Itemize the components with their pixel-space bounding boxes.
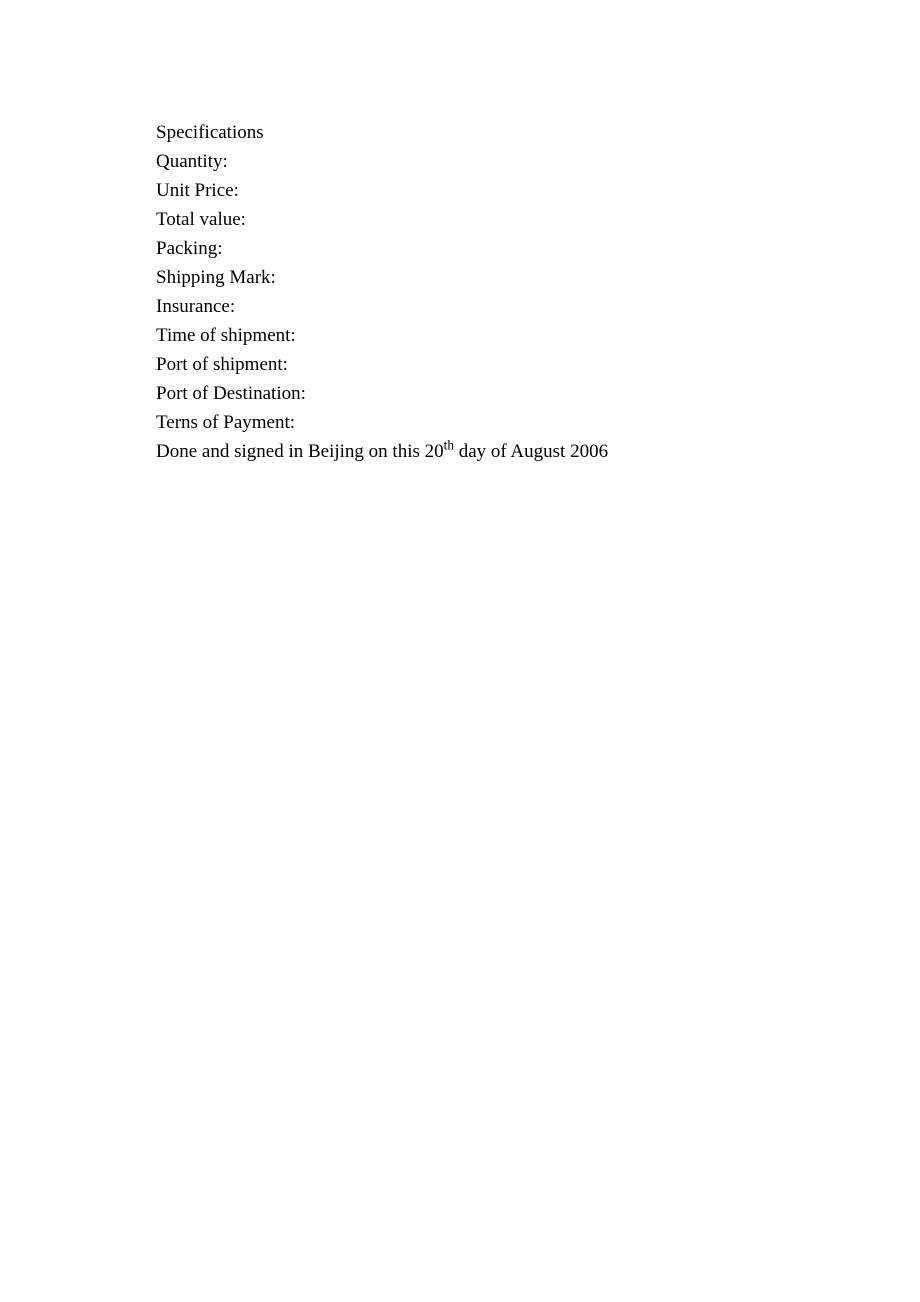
signature-ordinal: th bbox=[444, 438, 454, 453]
signature-suffix: day of August 2006 bbox=[454, 441, 608, 462]
field-port-of-shipment: Port of shipment: bbox=[156, 350, 920, 379]
signature-prefix: Done and signed in Beijing on this 20 bbox=[156, 441, 444, 462]
field-quantity: Quantity: bbox=[156, 147, 920, 176]
field-insurance: Insurance: bbox=[156, 292, 920, 321]
field-specifications: Specifications bbox=[156, 118, 920, 147]
field-terms-of-payment: Terns of Payment: bbox=[156, 408, 920, 437]
field-shipping-mark: Shipping Mark: bbox=[156, 263, 920, 292]
field-packing: Packing: bbox=[156, 234, 920, 263]
signature-line: Done and signed in Beijing on this 20th … bbox=[156, 437, 920, 466]
field-time-of-shipment: Time of shipment: bbox=[156, 321, 920, 350]
field-port-of-destination: Port of Destination: bbox=[156, 379, 920, 408]
field-unit-price: Unit Price: bbox=[156, 176, 920, 205]
field-total-value: Total value: bbox=[156, 205, 920, 234]
